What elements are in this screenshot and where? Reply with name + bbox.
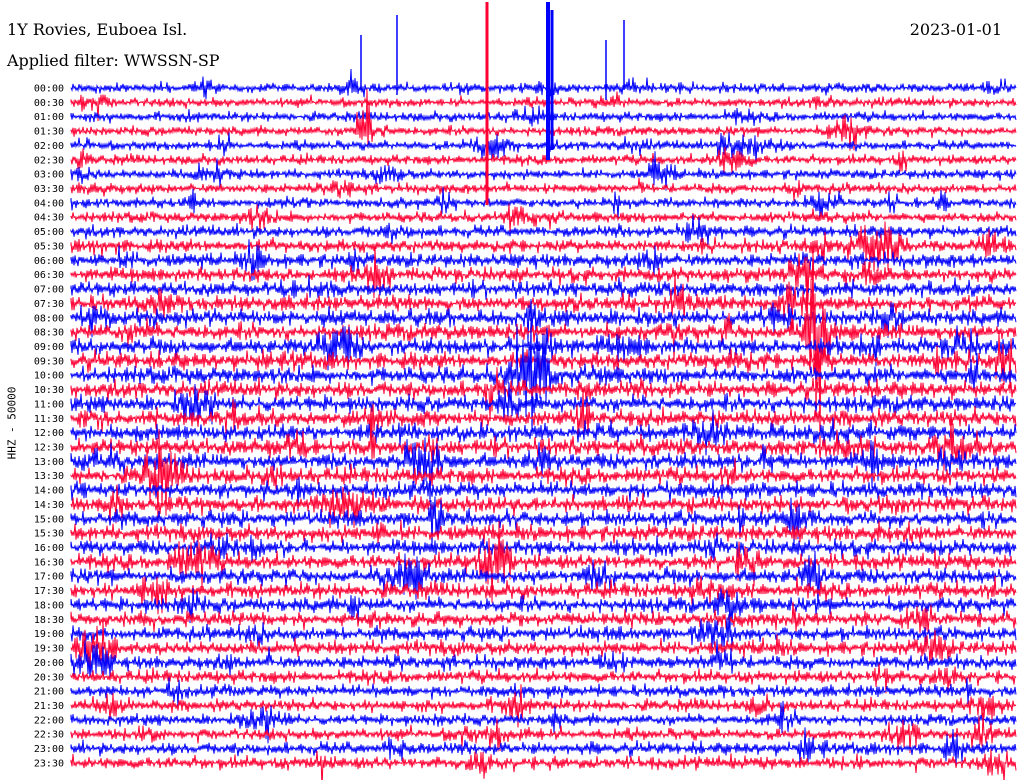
row-label: 02:30 <box>34 155 64 166</box>
row-label: 10:30 <box>34 385 64 396</box>
trace-row <box>70 177 1017 201</box>
row-label: 09:30 <box>34 356 64 367</box>
row-label: 22:30 <box>34 730 64 741</box>
trace-row <box>70 620 1017 676</box>
row-label: 05:30 <box>34 241 64 252</box>
row-label: 01:30 <box>34 127 64 138</box>
row-label: 19:00 <box>34 629 64 640</box>
row-label: 02:00 <box>34 141 64 152</box>
row-label: 19:30 <box>34 644 64 655</box>
row-label: 04:00 <box>34 198 64 209</box>
row-label: 06:00 <box>34 256 64 267</box>
row-label: 17:30 <box>34 586 64 597</box>
row-label: 09:00 <box>34 342 64 353</box>
row-label: 23:30 <box>34 758 64 769</box>
row-label: 16:00 <box>34 543 64 554</box>
row-label: 20:30 <box>34 672 64 683</box>
row-label: 13:30 <box>34 471 64 482</box>
trace-row <box>70 105 1017 127</box>
row-label: 16:30 <box>34 557 64 568</box>
row-label: 08:30 <box>34 328 64 339</box>
row-label: 18:00 <box>34 600 64 611</box>
row-label: 15:30 <box>34 529 64 540</box>
row-label: 03:00 <box>34 170 64 181</box>
row-label: 00:30 <box>34 98 64 109</box>
row-label: 03:30 <box>34 184 64 195</box>
row-label: 07:30 <box>34 299 64 310</box>
row-label: 05:00 <box>34 227 64 238</box>
row-label: 04:30 <box>34 213 64 224</box>
helicorder-plot: 00:00 00:30 01:00 01:30 02:00 02:30 03:00 03:30… <box>24 2 1017 780</box>
row-label: 14:30 <box>34 500 64 511</box>
row-label: 18:30 <box>34 615 64 626</box>
row-label: 20:00 <box>34 658 64 669</box>
row-label: 12:30 <box>34 443 64 454</box>
row-label: 22:00 <box>34 715 64 726</box>
row-label: 21:30 <box>34 701 64 712</box>
row-label: 14:00 <box>34 486 64 497</box>
row-label: 21:00 <box>34 687 64 698</box>
row-label: 07:00 <box>34 285 64 296</box>
row-label: 23:00 <box>34 744 64 755</box>
row-label: 13:00 <box>34 457 64 468</box>
trace-row <box>70 146 1017 174</box>
trace-row <box>70 68 1017 100</box>
row-label: 01:00 <box>34 112 64 123</box>
row-label: 11:30 <box>34 414 64 425</box>
row-label: 00:00 <box>34 84 64 95</box>
row-label: 08:00 <box>34 313 64 324</box>
row-label: 11:00 <box>34 399 64 410</box>
row-label: 17:00 <box>34 572 64 583</box>
row-label: 06:30 <box>34 270 64 281</box>
row-label: 15:00 <box>34 514 64 525</box>
row-label: 10:00 <box>34 371 64 382</box>
row-label: 12:00 <box>34 428 64 439</box>
